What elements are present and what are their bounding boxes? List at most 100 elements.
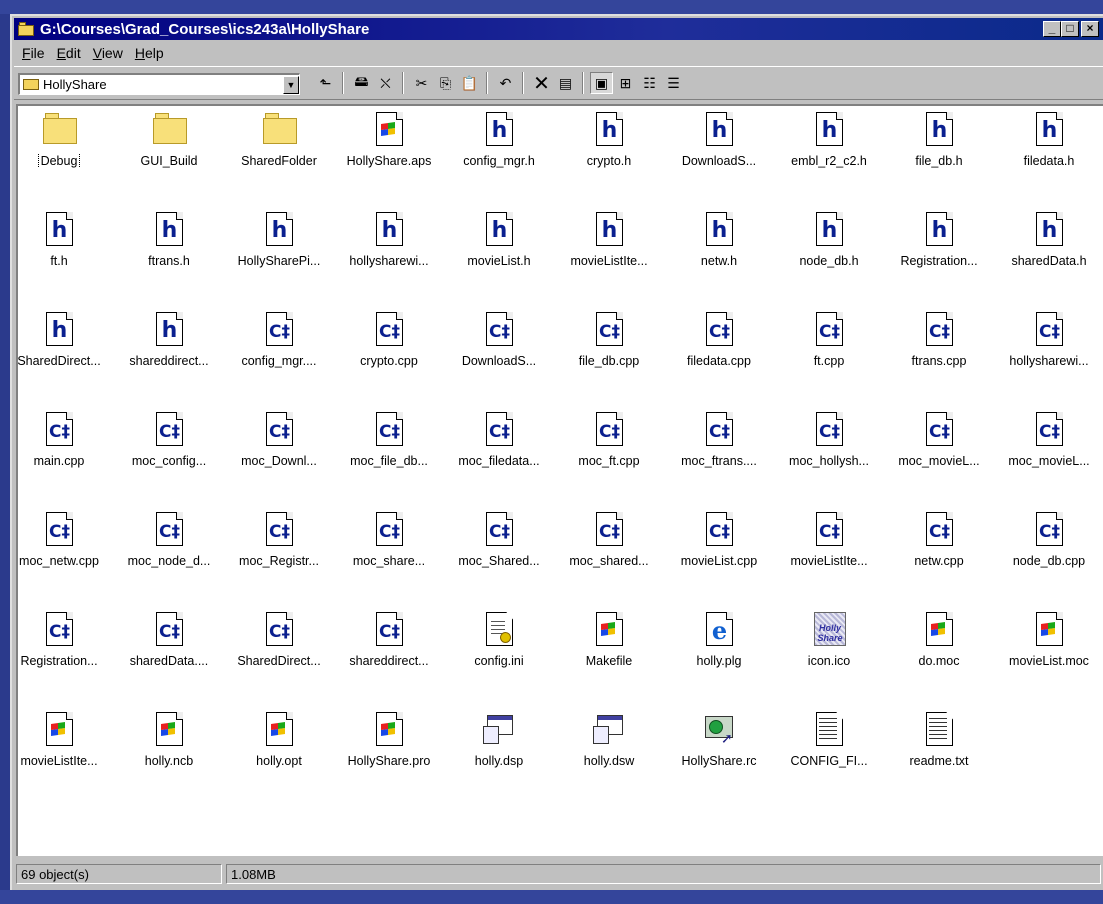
file-item[interactable]: holly.opt bbox=[224, 708, 334, 798]
paste-button[interactable]: 📋 bbox=[458, 72, 481, 94]
file-item[interactable]: C‡ SharedDirect... bbox=[224, 608, 334, 698]
chevron-down-icon[interactable]: ▼ bbox=[283, 75, 299, 94]
file-item[interactable]: h node_db.h bbox=[774, 208, 884, 298]
file-item[interactable]: C‡ moc_file_db... bbox=[334, 408, 444, 498]
cut-button[interactable]: ✂ bbox=[410, 72, 433, 94]
file-item[interactable]: h Registration... bbox=[884, 208, 994, 298]
file-item[interactable]: C‡ Registration... bbox=[4, 608, 114, 698]
file-item[interactable]: h sharedData.h bbox=[994, 208, 1103, 298]
file-item[interactable]: C‡ moc_movieL... bbox=[994, 408, 1103, 498]
file-name: moc_share... bbox=[352, 554, 426, 568]
address-combo[interactable]: HollyShare ▼ bbox=[18, 73, 300, 95]
file-item[interactable]: config.ini bbox=[444, 608, 554, 698]
list-view-button[interactable]: ☷ bbox=[638, 72, 661, 94]
maximize-button[interactable]: □ bbox=[1061, 21, 1079, 37]
file-name: movieListIte... bbox=[20, 754, 98, 768]
file-item[interactable]: Makefile bbox=[554, 608, 664, 698]
file-item[interactable]: h config_mgr.h bbox=[444, 108, 554, 198]
status-object-count: 69 object(s) bbox=[16, 864, 222, 884]
menu-help[interactable]: Help bbox=[129, 44, 170, 64]
file-item[interactable]: C‡ ftrans.cpp bbox=[884, 308, 994, 398]
file-item[interactable]: h file_db.h bbox=[884, 108, 994, 198]
properties-button[interactable]: ▤ bbox=[554, 72, 577, 94]
file-item[interactable]: h embl_r2_c2.h bbox=[774, 108, 884, 198]
file-item[interactable]: holly.dsw bbox=[554, 708, 664, 798]
file-item[interactable]: C‡ movieListIte... bbox=[774, 508, 884, 598]
file-item[interactable]: readme.txt bbox=[884, 708, 994, 798]
undo-button[interactable]: ↶ bbox=[494, 72, 517, 94]
file-item[interactable]: C‡ moc_Shared... bbox=[444, 508, 554, 598]
title-bar[interactable]: G:\Courses\Grad_Courses\ics243a\HollySha… bbox=[14, 18, 1103, 40]
file-item[interactable]: C‡ config_mgr.... bbox=[224, 308, 334, 398]
file-item[interactable]: C‡ filedata.cpp bbox=[664, 308, 774, 398]
file-item[interactable]: h movieList.h bbox=[444, 208, 554, 298]
menu-file[interactable]: File bbox=[16, 44, 51, 64]
file-item[interactable]: C‡ moc_movieL... bbox=[884, 408, 994, 498]
file-item[interactable]: C‡ moc_node_d... bbox=[114, 508, 224, 598]
file-item[interactable]: movieList.moc bbox=[994, 608, 1103, 698]
file-item[interactable]: h SharedDirect... bbox=[4, 308, 114, 398]
large-icons-view-button[interactable]: ▣ bbox=[590, 72, 613, 94]
file-item[interactable]: C‡ DownloadS... bbox=[444, 308, 554, 398]
file-item[interactable]: C‡ moc_filedata... bbox=[444, 408, 554, 498]
minimize-button[interactable]: _ bbox=[1043, 21, 1061, 37]
file-item[interactable]: e holly.plg bbox=[664, 608, 774, 698]
file-item[interactable]: Debug bbox=[4, 108, 114, 198]
file-item[interactable]: h netw.h bbox=[664, 208, 774, 298]
file-name: embl_r2_c2.h bbox=[791, 154, 867, 168]
menu-edit[interactable]: Edit bbox=[51, 44, 87, 64]
file-item[interactable]: C‡ moc_share... bbox=[334, 508, 444, 598]
file-item[interactable]: C‡ movieList.cpp bbox=[664, 508, 774, 598]
menu-view[interactable]: View bbox=[87, 44, 129, 64]
file-item[interactable]: h crypto.h bbox=[554, 108, 664, 198]
file-item[interactable]: HollyShare.pro bbox=[334, 708, 444, 798]
file-item[interactable]: h hollysharewi... bbox=[334, 208, 444, 298]
up-folder-button[interactable]: ⬑ bbox=[314, 72, 337, 94]
file-item[interactable]: C‡ sharedData.... bbox=[114, 608, 224, 698]
file-item[interactable]: h HollySharePi... bbox=[224, 208, 334, 298]
file-item[interactable]: h movieListIte... bbox=[554, 208, 664, 298]
file-item[interactable]: C‡ moc_config... bbox=[114, 408, 224, 498]
file-item[interactable]: C‡ moc_shared... bbox=[554, 508, 664, 598]
file-item[interactable]: C‡ moc_ft.cpp bbox=[554, 408, 664, 498]
file-name: Makefile bbox=[585, 654, 633, 668]
file-item[interactable]: h DownloadS... bbox=[664, 108, 774, 198]
small-icons-view-button[interactable]: ⊞ bbox=[614, 72, 637, 94]
close-button[interactable]: × bbox=[1081, 21, 1099, 37]
map-drive-button[interactable]: 🖴 bbox=[350, 72, 373, 94]
details-view-button[interactable]: ☰ bbox=[662, 72, 685, 94]
file-item[interactable]: ➚ HollyShare.rc bbox=[664, 708, 774, 798]
file-item[interactable]: CONFIG_FI... bbox=[774, 708, 884, 798]
file-item[interactable]: C‡ netw.cpp bbox=[884, 508, 994, 598]
file-item[interactable]: holly.dsp bbox=[444, 708, 554, 798]
file-item[interactable]: h filedata.h bbox=[994, 108, 1103, 198]
delete-button[interactable]: ✕ bbox=[530, 72, 553, 95]
file-item[interactable]: h shareddirect... bbox=[114, 308, 224, 398]
file-item[interactable]: C‡ moc_netw.cpp bbox=[4, 508, 114, 598]
file-item[interactable]: C‡ hollysharewi... bbox=[994, 308, 1103, 398]
file-item[interactable]: C‡ shareddirect... bbox=[334, 608, 444, 698]
cpp-file-icon: C‡ bbox=[263, 512, 297, 548]
file-item[interactable]: HollyShare.aps bbox=[334, 108, 444, 198]
file-item[interactable]: C‡ node_db.cpp bbox=[994, 508, 1103, 598]
file-item[interactable]: holly.ncb bbox=[114, 708, 224, 798]
file-item[interactable]: do.moc bbox=[884, 608, 994, 698]
file-item[interactable]: GUI_Build bbox=[114, 108, 224, 198]
file-item[interactable]: SharedFolder bbox=[224, 108, 334, 198]
file-list-view[interactable]: Debug GUI_Build SharedFolder HollyShare.aps… bbox=[16, 104, 1103, 856]
disconnect-drive-button[interactable]: ⛌ bbox=[374, 72, 397, 94]
file-item[interactable]: C‡ moc_ftrans.... bbox=[664, 408, 774, 498]
file-item[interactable]: C‡ crypto.cpp bbox=[334, 308, 444, 398]
file-item[interactable]: C‡ moc_Registr... bbox=[224, 508, 334, 598]
file-item[interactable]: C‡ main.cpp bbox=[4, 408, 114, 498]
file-item[interactable]: h ftrans.h bbox=[114, 208, 224, 298]
cpp-file-icon: C‡ bbox=[263, 312, 297, 348]
file-item[interactable]: C‡ file_db.cpp bbox=[554, 308, 664, 398]
file-item[interactable]: C‡ ft.cpp bbox=[774, 308, 884, 398]
file-item[interactable]: C‡ moc_Downl... bbox=[224, 408, 334, 498]
copy-button[interactable]: ⎘ bbox=[434, 72, 457, 94]
file-item[interactable]: movieListIte... bbox=[4, 708, 114, 798]
file-item[interactable]: C‡ moc_hollysh... bbox=[774, 408, 884, 498]
file-item[interactable]: h ft.h bbox=[4, 208, 114, 298]
file-item[interactable]: Holly Share icon.ico bbox=[774, 608, 884, 698]
